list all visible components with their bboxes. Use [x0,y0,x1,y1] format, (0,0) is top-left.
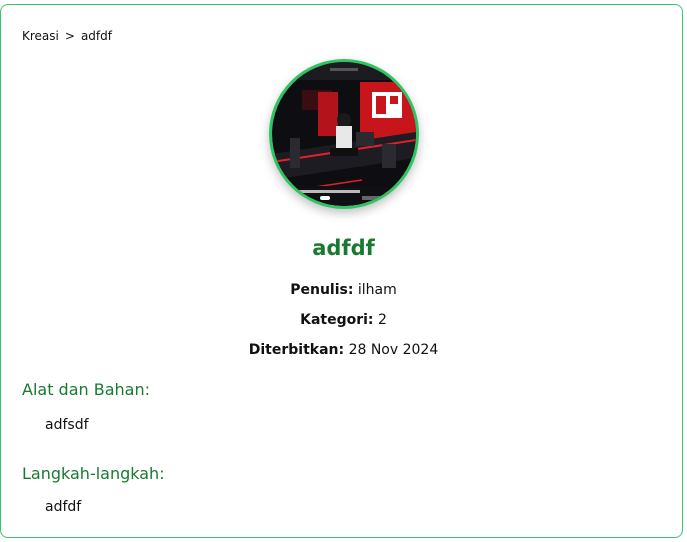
breadcrumb-link-kreasi[interactable]: Kreasi [22,29,59,43]
article-title: adfdf [312,236,375,260]
author-label: Penulis: [290,282,354,298]
category-line: Kategori: 2 [0,312,687,328]
cover-photo-illustration [272,62,416,206]
published-value: 28 Nov 2024 [348,342,439,358]
article-image [269,59,419,209]
materials-text: adfsdf [45,417,89,433]
category-value: 2 [377,312,387,328]
materials-heading: Alat dan Bahan: [22,380,150,399]
published-line: Diterbitkan: 28 Nov 2024 [0,342,687,358]
steps-heading: Langkah-langkah: [22,464,165,483]
published-label: Diterbitkan: [248,342,345,358]
breadcrumb-separator: > [64,29,75,43]
breadcrumb-current: adfdf [80,29,112,43]
steps-text: adfdf [45,499,82,515]
breadcrumb: Kreasi > adfdf [22,29,112,43]
author-value: ilham [357,282,397,298]
author-line: Penulis: ilham [0,282,687,298]
category-label: Kategori: [300,312,374,328]
